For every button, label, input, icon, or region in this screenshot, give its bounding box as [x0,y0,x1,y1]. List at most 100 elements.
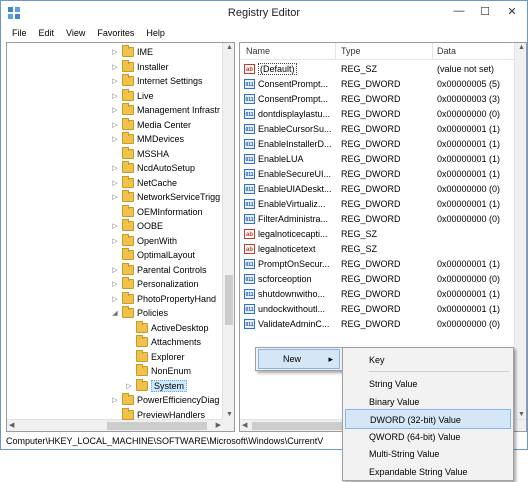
expand-arrow-icon[interactable]: ▷ [111,77,119,85]
expand-arrow-icon[interactable]: ▷ [111,179,119,187]
value-name: FilterAdministra... [258,214,329,224]
value-type: REG_DWORD [341,94,401,104]
maximize-button[interactable]: ☐ [473,1,497,21]
value-row[interactable]: 011 dontdisplaylastu... REG_DWORD 0x0000000… [240,107,526,122]
scroll-up-arrow-icon[interactable]: ▲ [518,44,525,51]
folder-icon [136,349,148,362]
value-row[interactable]: 011 ValidateAdminC... REG_DWORD 0x00000000 … [240,317,526,332]
column-header-type[interactable]: Type [341,46,361,56]
menu-help[interactable]: Help [140,25,171,41]
folder-icon [136,378,148,391]
tree-node[interactable]: MSSHA [111,146,169,161]
menu-edit[interactable]: Edit [33,25,61,41]
tree-node[interactable]: ▷ System [125,378,188,393]
tree-node[interactable]: ▷ Live [111,88,154,103]
value-row[interactable]: ab (Default) REG_SZ (value not set) [240,62,526,77]
value-row[interactable]: 011 undockwithoutl... REG_DWORD 0x00000001 … [240,302,526,317]
expand-arrow-icon[interactable]: ▷ [111,266,119,274]
menu-view[interactable]: View [60,25,91,41]
tree-node[interactable]: ▷ Internet Settings [111,74,203,88]
expand-arrow-icon[interactable]: ▷ [111,280,119,288]
value-row[interactable]: 011 EnableVirtualiz... REG_DWORD 0x00000001… [240,197,526,212]
scroll-up-arrow-icon[interactable]: ▲ [226,44,233,51]
tree-node[interactable]: Attachments [125,335,201,349]
tree-node[interactable]: ◢ Policies [111,306,168,320]
tree-node[interactable]: ▷ Management Infrastr [111,103,220,117]
tree-node[interactable]: ▷ Personalization [111,277,199,291]
value-row[interactable]: ab legalnoticetext REG_SZ [240,242,526,257]
folder-icon [122,74,134,86]
column-header-name[interactable]: Name [246,46,270,56]
value-type: REG_DWORD [341,274,401,284]
expand-arrow-icon[interactable]: ▷ [111,135,119,143]
tree-node[interactable]: ▷ MMDevices [111,132,184,146]
value-row[interactable]: 011 ConsentPrompt... REG_DWORD 0x00000003 (… [240,92,526,107]
scroll-down-arrow-icon[interactable]: ▼ [518,411,525,418]
value-name: EnableVirtualiz... [258,199,326,209]
value-row[interactable]: 011 EnableSecureUI... REG_DWORD 0x00000001 … [240,167,526,182]
expand-arrow-icon[interactable]: ◢ [111,309,119,317]
context-menu-new[interactable]: New ▸ [258,349,340,369]
expand-arrow-icon[interactable]: ▷ [111,48,119,56]
value-row[interactable]: 011 FilterAdministra... REG_DWORD 0x0000000… [240,212,526,227]
expand-arrow-icon[interactable]: ▷ [111,222,119,230]
value-data: 0x00000000 (0) [437,319,501,329]
menu-file[interactable]: File [1,25,33,41]
tree-node-label: NonEnum [151,366,192,376]
value-row[interactable]: ab legalnoticecapti... REG_SZ [240,227,526,242]
scroll-left-arrow-icon[interactable]: ◀ [9,421,14,429]
tree-node[interactable]: ▷ OpenWith [111,233,177,248]
minimize-button[interactable]: — [447,1,471,21]
tree-node[interactable]: ▷ NetCache [111,175,177,190]
tree-node[interactable]: ▷ NcdAutoSetup [111,161,195,175]
submenu-item[interactable]: Key [345,350,511,370]
tree-node[interactable]: OEMInformation [111,204,203,219]
tree-hscroll-thumb[interactable] [107,422,207,430]
value-row[interactable]: 011 EnableInstallerD... REG_DWORD 0x0000000… [240,137,526,152]
tree-node[interactable]: Explorer [125,349,185,364]
scroll-right-arrow-icon[interactable]: ▶ [216,421,221,429]
scroll-left-arrow-icon[interactable]: ◀ [242,421,247,429]
tree-node[interactable]: NonEnum [125,364,191,378]
tree-vertical-scrollbar[interactable]: ▲ ▼ [222,43,234,431]
scroll-down-arrow-icon[interactable]: ▼ [226,411,233,418]
value-type: REG_DWORD [341,319,401,329]
expand-arrow-icon[interactable]: ▷ [111,295,119,303]
expand-arrow-icon[interactable]: ▷ [111,106,119,114]
tree-node[interactable]: ▷ PhotoPropertyHand [111,291,216,306]
expand-arrow-icon[interactable]: ▷ [111,63,119,71]
value-row[interactable]: 011 ConsentPrompt... REG_DWORD 0x00000005 (… [240,77,526,92]
tree-node[interactable]: ▷ Media Center [111,117,191,132]
column-header-data[interactable]: Data [437,46,456,56]
tree-node[interactable]: ▷ Parental Controls [111,262,207,277]
tree-node[interactable]: ▷ Installer [111,59,169,74]
tree-node[interactable]: ▷ PowerEfficiencyDiag [111,393,219,407]
value-row[interactable]: 011 PromptOnSecur... REG_DWORD 0x00000001 (… [240,257,526,272]
tree-node[interactable]: ActiveDesktop [125,320,209,335]
value-row[interactable]: 011 EnableUIADeskt... REG_DWORD 0x00000000 … [240,182,526,197]
tree-node[interactable]: OptimalLayout [111,248,195,262]
value-row[interactable]: 011 EnableCursorSu... REG_DWORD 0x00000001 … [240,122,526,137]
expand-arrow-icon[interactable]: ▷ [111,396,119,404]
expand-arrow-icon[interactable]: ▷ [111,237,119,245]
expand-arrow-icon[interactable]: ▷ [111,92,119,100]
expand-arrow-icon[interactable]: ▷ [111,193,119,201]
submenu-item[interactable]: Expandable String Value [345,462,511,482]
tree-node[interactable]: ▷ NetworkServiceTrigg [111,190,220,204]
column-divider[interactable] [432,43,433,60]
tree-node[interactable]: ▷ OOBE [111,219,163,233]
title-bar[interactable]: Registry Editor — ☐ ✕ [1,1,527,25]
expand-arrow-icon[interactable]: ▷ [111,164,119,172]
menu-favorites[interactable]: Favorites [91,25,140,41]
tree-scroll-thumb[interactable] [225,275,233,325]
tree-node-label: PreviewHandlers [137,409,206,420]
value-row[interactable]: 011 EnableLUA REG_DWORD 0x00000001 (1) [240,152,526,167]
value-row[interactable]: 011 shutdownwitho... REG_DWORD 0x00000001 (… [240,287,526,302]
close-button[interactable]: ✕ [499,1,525,21]
column-divider[interactable] [335,43,336,60]
expand-arrow-icon[interactable]: ▷ [125,382,133,390]
expand-arrow-icon[interactable]: ▷ [111,121,119,129]
tree-node[interactable]: ▷ IME [111,45,153,59]
tree-node[interactable]: PreviewHandlers [111,407,206,422]
value-row[interactable]: 011 scforceoption REG_DWORD 0x00000000 (0) [240,272,526,287]
